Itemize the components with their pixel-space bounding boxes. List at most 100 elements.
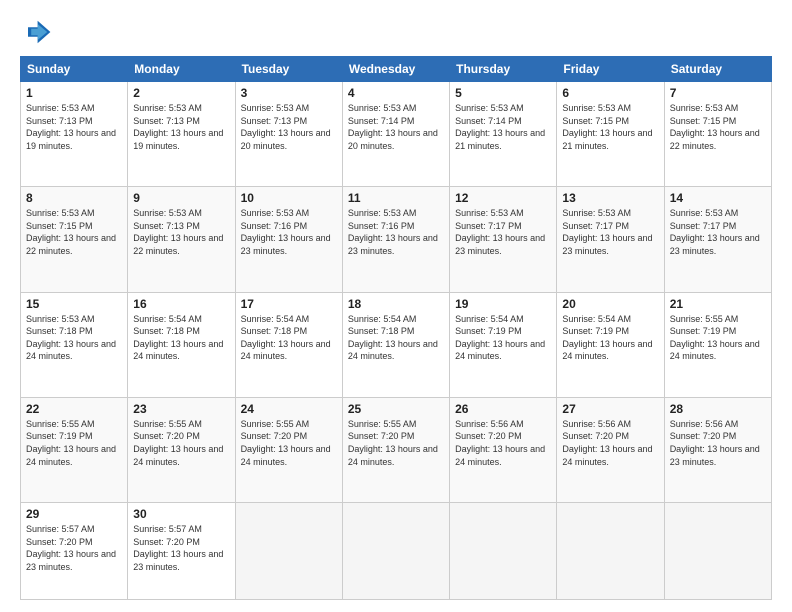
week-row-1: 1 Sunrise: 5:53 AMSunset: 7:13 PMDaylight…: [21, 82, 772, 187]
logo: [20, 16, 56, 48]
week-row-4: 22 Sunrise: 5:55 AMSunset: 7:19 PMDayligh…: [21, 397, 772, 502]
calendar-cell: 12Sunrise: 5:53 AMSunset: 7:17 PMDayligh…: [450, 187, 557, 292]
header-cell-sunday: Sunday: [21, 57, 128, 82]
day-number: 17: [241, 297, 337, 311]
day-info: Sunrise: 5:57 AMSunset: 7:20 PMDaylight:…: [133, 523, 229, 573]
calendar-cell: 23 Sunrise: 5:55 AMSunset: 7:20 PMDayligh…: [128, 397, 235, 502]
day-number: 24: [241, 402, 337, 416]
calendar-cell: 5 Sunrise: 5:53 AMSunset: 7:14 PMDaylight…: [450, 82, 557, 187]
calendar-cell: 27 Sunrise: 5:56 AMSunset: 7:20 PMDayligh…: [557, 397, 664, 502]
top-section: [20, 16, 772, 48]
day-number: 22: [26, 402, 122, 416]
day-info: Sunrise: 5:54 AMSunset: 7:18 PMDaylight:…: [133, 313, 229, 363]
day-info: Sunrise: 5:55 AMSunset: 7:20 PMDaylight:…: [348, 418, 444, 468]
calendar-cell: [664, 503, 771, 600]
day-info: Sunrise: 5:53 AMSunset: 7:14 PMDaylight:…: [455, 102, 551, 152]
day-info: Sunrise: 5:53 AMSunset: 7:15 PMDaylight:…: [670, 102, 766, 152]
day-info: Sunrise: 5:54 AMSunset: 7:18 PMDaylight:…: [348, 313, 444, 363]
header-cell-thursday: Thursday: [450, 57, 557, 82]
day-info: Sunrise: 5:56 AMSunset: 7:20 PMDaylight:…: [562, 418, 658, 468]
calendar-cell: 20Sunrise: 5:54 AMSunset: 7:19 PMDayligh…: [557, 292, 664, 397]
page: SundayMondayTuesdayWednesdayThursdayFrid…: [0, 0, 792, 612]
calendar-cell: 7Sunrise: 5:53 AMSunset: 7:15 PMDaylight…: [664, 82, 771, 187]
calendar-cell: 30 Sunrise: 5:57 AMSunset: 7:20 PMDayligh…: [128, 503, 235, 600]
day-info: Sunrise: 5:53 AMSunset: 7:14 PMDaylight:…: [348, 102, 444, 152]
day-number: 16: [133, 297, 229, 311]
day-info: Sunrise: 5:55 AMSunset: 7:19 PMDaylight:…: [670, 313, 766, 363]
calendar-cell: 26 Sunrise: 5:56 AMSunset: 7:20 PMDayligh…: [450, 397, 557, 502]
day-number: 11: [348, 191, 444, 205]
week-row-3: 15 Sunrise: 5:53 AMSunset: 7:18 PMDayligh…: [21, 292, 772, 397]
day-number: 8: [26, 191, 122, 205]
day-number: 3: [241, 86, 337, 100]
day-info: Sunrise: 5:53 AMSunset: 7:18 PMDaylight:…: [26, 313, 122, 363]
day-number: 5: [455, 86, 551, 100]
calendar-cell: [450, 503, 557, 600]
day-info: Sunrise: 5:54 AMSunset: 7:19 PMDaylight:…: [455, 313, 551, 363]
header-cell-wednesday: Wednesday: [342, 57, 449, 82]
day-number: 1: [26, 86, 122, 100]
calendar-cell: 9 Sunrise: 5:53 AMSunset: 7:13 PMDaylight…: [128, 187, 235, 292]
day-info: Sunrise: 5:55 AMSunset: 7:19 PMDaylight:…: [26, 418, 122, 468]
day-number: 10: [241, 191, 337, 205]
header-cell-saturday: Saturday: [664, 57, 771, 82]
calendar-cell: [235, 503, 342, 600]
day-number: 13: [562, 191, 658, 205]
day-info: Sunrise: 5:53 AMSunset: 7:16 PMDaylight:…: [348, 207, 444, 257]
calendar-cell: 13 Sunrise: 5:53 AMSunset: 7:17 PMDayligh…: [557, 187, 664, 292]
day-info: Sunrise: 5:54 AMSunset: 7:19 PMDaylight:…: [562, 313, 658, 363]
calendar-cell: 16 Sunrise: 5:54 AMSunset: 7:18 PMDayligh…: [128, 292, 235, 397]
day-number: 25: [348, 402, 444, 416]
day-info: Sunrise: 5:53 AMSunset: 7:17 PMDaylight:…: [562, 207, 658, 257]
day-number: 27: [562, 402, 658, 416]
calendar-cell: 11 Sunrise: 5:53 AMSunset: 7:16 PMDayligh…: [342, 187, 449, 292]
calendar-cell: 15 Sunrise: 5:53 AMSunset: 7:18 PMDayligh…: [21, 292, 128, 397]
calendar-cell: [557, 503, 664, 600]
day-info: Sunrise: 5:54 AMSunset: 7:18 PMDaylight:…: [241, 313, 337, 363]
day-number: 26: [455, 402, 551, 416]
calendar-cell: 19 Sunrise: 5:54 AMSunset: 7:19 PMDayligh…: [450, 292, 557, 397]
day-number: 15: [26, 297, 122, 311]
calendar-cell: 1 Sunrise: 5:53 AMSunset: 7:13 PMDaylight…: [21, 82, 128, 187]
day-number: 4: [348, 86, 444, 100]
header-row: SundayMondayTuesdayWednesdayThursdayFrid…: [21, 57, 772, 82]
calendar-cell: 17 Sunrise: 5:54 AMSunset: 7:18 PMDayligh…: [235, 292, 342, 397]
day-info: Sunrise: 5:53 AMSunset: 7:13 PMDaylight:…: [133, 207, 229, 257]
day-number: 23: [133, 402, 229, 416]
day-number: 19: [455, 297, 551, 311]
calendar-cell: 18 Sunrise: 5:54 AMSunset: 7:18 PMDayligh…: [342, 292, 449, 397]
calendar-cell: 10 Sunrise: 5:53 AMSunset: 7:16 PMDayligh…: [235, 187, 342, 292]
day-number: 29: [26, 507, 122, 521]
day-number: 6: [562, 86, 658, 100]
day-info: Sunrise: 5:57 AMSunset: 7:20 PMDaylight:…: [26, 523, 122, 573]
day-info: Sunrise: 5:53 AMSunset: 7:15 PMDaylight:…: [26, 207, 122, 257]
calendar-cell: 2 Sunrise: 5:53 AMSunset: 7:13 PMDaylight…: [128, 82, 235, 187]
calendar-cell: 25 Sunrise: 5:55 AMSunset: 7:20 PMDayligh…: [342, 397, 449, 502]
day-number: 9: [133, 191, 229, 205]
week-row-5: 29 Sunrise: 5:57 AMSunset: 7:20 PMDayligh…: [21, 503, 772, 600]
calendar-cell: 8 Sunrise: 5:53 AMSunset: 7:15 PMDaylight…: [21, 187, 128, 292]
day-number: 28: [670, 402, 766, 416]
day-info: Sunrise: 5:53 AMSunset: 7:16 PMDaylight:…: [241, 207, 337, 257]
header-cell-friday: Friday: [557, 57, 664, 82]
day-number: 21: [670, 297, 766, 311]
day-info: Sunrise: 5:56 AMSunset: 7:20 PMDaylight:…: [670, 418, 766, 468]
day-info: Sunrise: 5:56 AMSunset: 7:20 PMDaylight:…: [455, 418, 551, 468]
day-info: Sunrise: 5:53 AMSunset: 7:17 PMDaylight:…: [455, 207, 551, 257]
day-info: Sunrise: 5:53 AMSunset: 7:17 PMDaylight:…: [670, 207, 766, 257]
week-row-2: 8 Sunrise: 5:53 AMSunset: 7:15 PMDaylight…: [21, 187, 772, 292]
logo-icon: [20, 16, 52, 48]
calendar-cell: 28 Sunrise: 5:56 AMSunset: 7:20 PMDayligh…: [664, 397, 771, 502]
calendar-cell: 24 Sunrise: 5:55 AMSunset: 7:20 PMDayligh…: [235, 397, 342, 502]
day-number: 2: [133, 86, 229, 100]
header-cell-monday: Monday: [128, 57, 235, 82]
day-info: Sunrise: 5:55 AMSunset: 7:20 PMDaylight:…: [133, 418, 229, 468]
calendar-cell: 6Sunrise: 5:53 AMSunset: 7:15 PMDaylight…: [557, 82, 664, 187]
header-cell-tuesday: Tuesday: [235, 57, 342, 82]
day-info: Sunrise: 5:55 AMSunset: 7:20 PMDaylight:…: [241, 418, 337, 468]
day-info: Sunrise: 5:53 AMSunset: 7:13 PMDaylight:…: [26, 102, 122, 152]
day-info: Sunrise: 5:53 AMSunset: 7:13 PMDaylight:…: [133, 102, 229, 152]
day-number: 18: [348, 297, 444, 311]
day-number: 14: [670, 191, 766, 205]
day-number: 30: [133, 507, 229, 521]
